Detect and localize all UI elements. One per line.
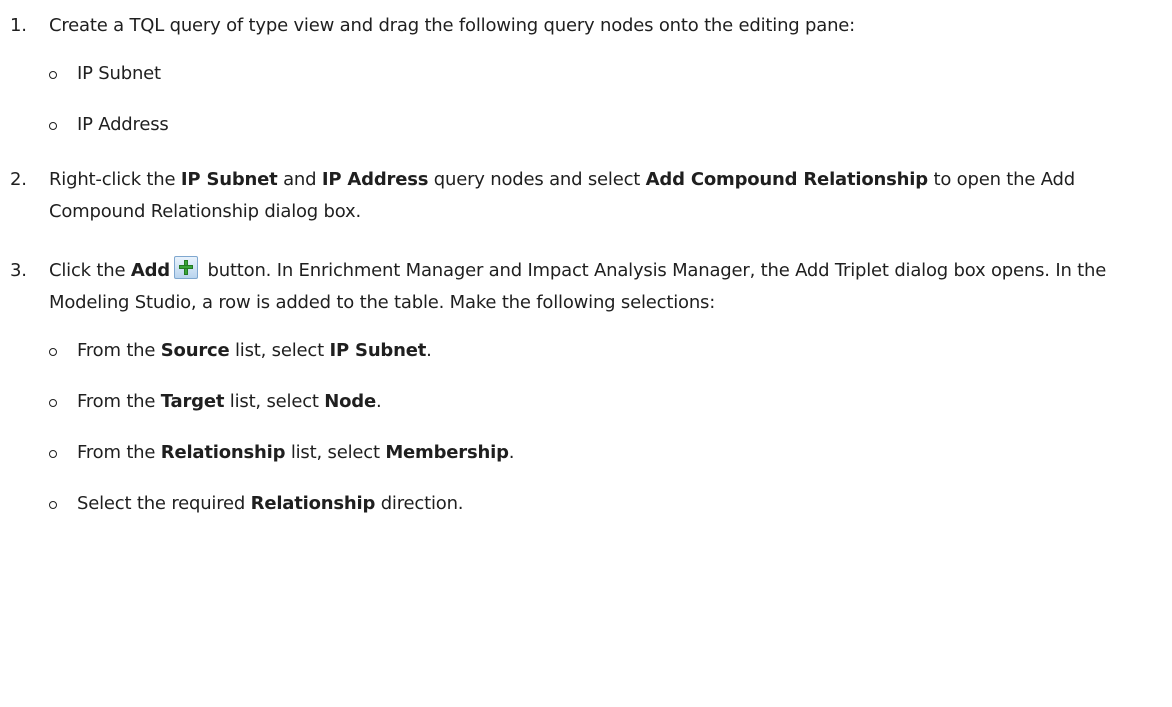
bullet-circle-icon	[49, 399, 57, 407]
bullet-circle-icon	[49, 122, 57, 130]
list-item-text: IP Address	[77, 114, 169, 135]
bold-term: Source	[160, 340, 230, 361]
step-3: 3. Click the Add button. In Enrichment M…	[10, 255, 1172, 516]
sub-list: IP Subnet IP Address	[49, 62, 1172, 137]
text-run: Select the required	[77, 493, 251, 514]
document-body: 1. Create a TQL query of type view and d…	[0, 0, 1172, 516]
bold-term: Relationship	[160, 442, 286, 463]
text-run: and	[277, 169, 322, 190]
list-item: From the Target list, select Node.	[49, 390, 1172, 414]
bullet-circle-icon	[49, 348, 57, 356]
bold-term: Relationship	[250, 493, 376, 514]
text-run: .	[426, 340, 432, 361]
step-2: 2. Right-click the IP Subnet and IP Addr…	[10, 164, 1172, 228]
list-item-text: Select the required Relationship directi…	[77, 493, 464, 514]
list-item-text: From the Target list, select Node.	[77, 391, 382, 412]
list-item-text: From the Source list, select IP Subnet.	[77, 340, 432, 361]
bold-term: IP Subnet	[329, 340, 427, 361]
text-run: list, select	[285, 442, 386, 463]
text-run: list, select	[229, 340, 330, 361]
list-item: IP Subnet	[49, 62, 1172, 86]
bullet-circle-icon	[49, 71, 57, 79]
text-run: Click the	[49, 260, 131, 281]
text-run: Right-click the	[49, 169, 181, 190]
step-number: 1.	[10, 15, 27, 36]
bold-term: Target	[160, 391, 225, 412]
step-1: 1. Create a TQL query of type view and d…	[10, 10, 1172, 137]
bold-term: Add	[130, 260, 170, 281]
step-number: 2.	[10, 169, 27, 190]
bold-term: Add Compound Relationship	[645, 169, 928, 190]
add-plus-icon	[173, 256, 198, 279]
text-run: .	[508, 442, 515, 463]
sub-list: From the Source list, select IP Subnet. …	[49, 339, 1172, 516]
text-run: From the	[77, 442, 161, 463]
bullet-circle-icon	[49, 501, 57, 509]
text-run: direction.	[375, 493, 464, 514]
list-item: From the Source list, select IP Subnet.	[49, 339, 1172, 363]
text-run: From the	[77, 391, 161, 412]
step-number: 3.	[10, 260, 27, 281]
list-item-text: From the Relationship list, select Membe…	[77, 442, 514, 463]
list-item: IP Address	[49, 113, 1172, 137]
list-item: From the Relationship list, select Membe…	[49, 441, 1172, 465]
bold-term: Node	[324, 391, 377, 412]
bold-term: IP Subnet	[180, 169, 278, 190]
text-run: list, select	[224, 391, 325, 412]
step-text: Create a TQL query of type view and drag…	[49, 15, 856, 36]
text-run: button. In Enrichment Manager and Impact…	[49, 260, 1107, 313]
list-item-text: IP Subnet	[77, 63, 161, 84]
list-item: Select the required Relationship directi…	[49, 492, 1172, 516]
text-run: From the	[77, 340, 161, 361]
bullet-circle-icon	[49, 450, 57, 458]
step-text: Click the Add button. In Enrichment Mana…	[49, 255, 1172, 319]
text-run: query nodes and select	[428, 169, 646, 190]
bold-term: Membership	[385, 442, 509, 463]
bold-term: IP Address	[321, 169, 429, 190]
step-text: Right-click the IP Subnet and IP Address…	[49, 164, 1172, 228]
text-run: .	[376, 391, 382, 412]
